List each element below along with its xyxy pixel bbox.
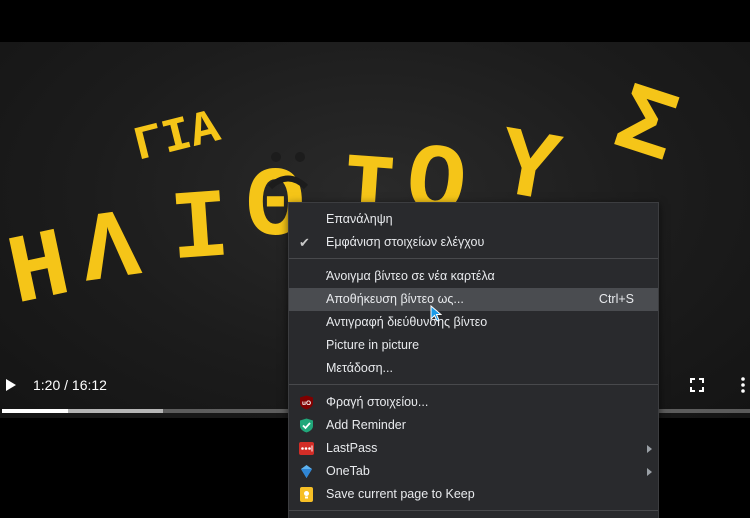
menu-item-onetab[interactable]: OneTab — [289, 460, 658, 483]
mouse-cursor-icon — [430, 305, 442, 322]
play-icon[interactable] — [3, 377, 19, 393]
onetab-icon — [301, 465, 312, 478]
title-art-small: ΓΙΑ — [129, 101, 226, 174]
progress-played — [2, 409, 68, 413]
menu-item-save-to-keep[interactable]: Save current page to Keep — [289, 483, 658, 506]
svg-text:Σ: Σ — [600, 66, 690, 190]
screen: ΓΙΑ Η Λ Ι Θ Ι Ο Υ Σ 1:20 / 16:12 Επανάλη… — [0, 0, 750, 518]
menu-item-lastpass[interactable]: LastPass — [289, 437, 658, 460]
submenu-arrow-icon — [647, 468, 652, 476]
menu-item-label: Φραγή στοιχείου... — [326, 395, 429, 409]
menu-item-label: LastPass — [326, 441, 378, 455]
svg-text:Ι: Ι — [167, 173, 233, 288]
keep-icon — [300, 487, 313, 502]
checkmark-icon: ✔ — [299, 235, 310, 250]
menu-separator — [289, 510, 658, 511]
menu-item-save-video-as[interactable]: Αποθήκευση βίντεο ως... Ctrl+S — [289, 288, 658, 311]
menu-item-picture-in-picture[interactable]: Picture in picture — [289, 334, 658, 357]
menu-item-open-video-new-tab[interactable]: Άνοιγμα βίντεο σε νέα καρτέλα — [289, 265, 658, 288]
menu-item-loop[interactable]: Επανάληψη — [289, 208, 658, 231]
menu-item-copy-video-address[interactable]: Αντιγραφή διεύθυνσης βίντεο — [289, 311, 658, 334]
menu-item-label: Επανάληψη — [326, 212, 393, 226]
menu-separator — [289, 258, 658, 259]
menu-item-label: Save current page to Keep — [326, 487, 475, 501]
menu-item-shortcut: Ctrl+S — [598, 292, 634, 306]
menu-item-label: Αποθήκευση βίντεο ως... — [326, 292, 464, 306]
fullscreen-icon[interactable] — [689, 377, 705, 393]
menu-item-label: OneTab — [326, 464, 370, 478]
more-vert-icon[interactable] — [738, 376, 748, 394]
menu-item-label: Μετάδοση... — [326, 361, 393, 375]
context-menu: Επανάληψη ✔ Εμφάνιση στοιχείων ελέγχου Ά… — [288, 202, 659, 518]
time-display: 1:20 / 16:12 — [33, 377, 107, 393]
lastpass-icon — [299, 442, 314, 455]
menu-item-show-controls[interactable]: ✔ Εμφάνιση στοιχείων ελέγχου — [289, 231, 658, 254]
svg-text:Λ: Λ — [74, 192, 148, 310]
menu-item-block-element[interactable]: uO Φραγή στοιχείου... — [289, 391, 658, 414]
menu-item-cast[interactable]: Μετάδοση... — [289, 357, 658, 380]
svg-text:Η: Η — [0, 211, 80, 332]
menu-separator — [289, 384, 658, 385]
menu-item-label: Picture in picture — [326, 338, 420, 352]
reminder-check-icon — [300, 418, 313, 433]
ublock-icon: uO — [300, 395, 313, 410]
submenu-arrow-icon — [647, 445, 652, 453]
menu-item-add-reminder[interactable]: Add Reminder — [289, 414, 658, 437]
menu-item-label: Εμφάνιση στοιχείων ελέγχου — [326, 235, 485, 249]
menu-item-label: Αντιγραφή διεύθυνσης βίντεο — [326, 315, 488, 329]
ublock-icon-text: uO — [302, 400, 311, 407]
menu-item-label: Add Reminder — [326, 418, 406, 432]
menu-item-label: Άνοιγμα βίντεο σε νέα καρτέλα — [326, 269, 495, 283]
